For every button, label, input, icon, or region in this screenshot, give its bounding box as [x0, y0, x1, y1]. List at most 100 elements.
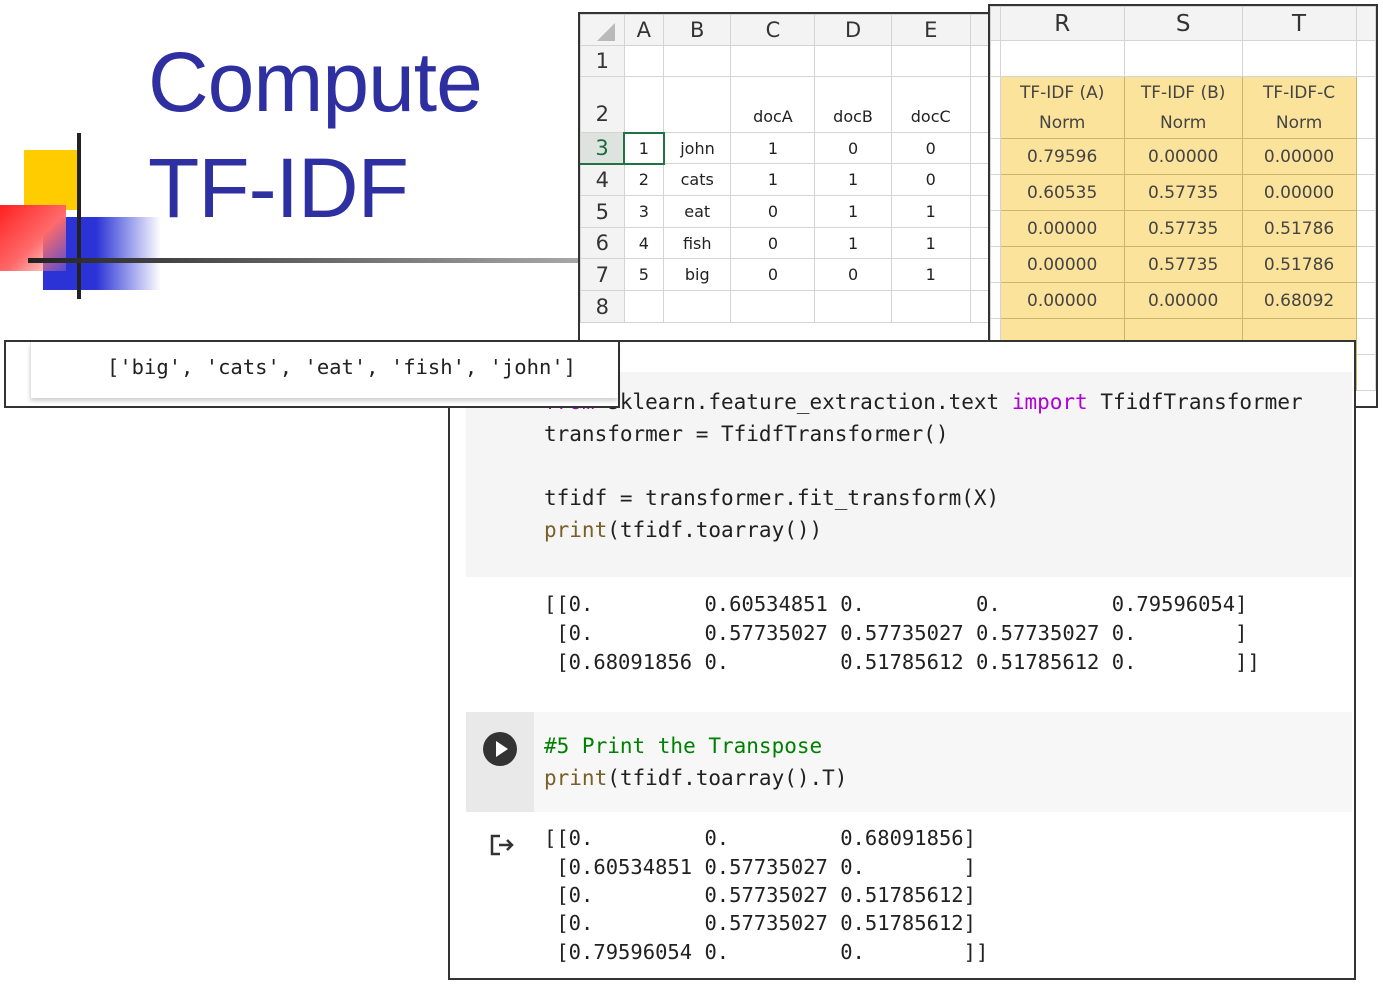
norm-cell[interactable]: 0.57735 [1123, 210, 1243, 247]
vocab-output-panel: ['big', 'cats', 'eat', 'fish', 'john'] [4, 340, 620, 408]
slide-title-line2: TF-IDF [148, 141, 409, 235]
cell-value[interactable]: 1 [814, 227, 892, 259]
code-line-print-transpose: print(tfidf.toarray().T) [544, 766, 848, 790]
column-header-t[interactable]: T [1241, 6, 1357, 41]
row-header-1[interactable]: 1 [580, 45, 625, 77]
run-cell-button[interactable] [482, 731, 518, 767]
norm-cell[interactable]: 0.00000 [999, 210, 1125, 247]
norm-cell[interactable]: 0.00000 [1241, 174, 1357, 211]
column-header-e[interactable]: E [890, 14, 971, 46]
cell[interactable] [814, 45, 892, 77]
column-header-b[interactable]: B [663, 14, 732, 46]
norm-cell[interactable]: 0.00000 [1123, 282, 1243, 319]
cell-value[interactable]: 0 [730, 258, 816, 291]
cell-id[interactable]: 2 [623, 163, 665, 196]
column-header-r[interactable]: R [999, 6, 1125, 41]
cell[interactable] [814, 290, 892, 323]
row-header-5[interactable]: 5 [580, 195, 625, 228]
cell[interactable] [623, 290, 665, 323]
norm-cell[interactable]: 0.00000 [1123, 138, 1243, 175]
cell-value[interactable]: 1 [890, 195, 971, 228]
output-line: [[0. 0. 0.68091856] [544, 826, 976, 850]
cell-value[interactable]: 0 [730, 227, 816, 259]
doc-header-b[interactable]: docB [814, 76, 892, 133]
norm-cell[interactable]: 0.00000 [999, 246, 1125, 283]
output-line: [0. 0.57735027 0.51785612] [544, 883, 976, 907]
cell-value[interactable]: 1 [890, 227, 971, 259]
cell[interactable] [1241, 40, 1357, 77]
norm-grid: R S T TF-IDF (A) Norm TF-IDF (B) Norm TF-I… [990, 6, 1376, 391]
column-header-c[interactable]: C [730, 14, 816, 46]
doc-header-a[interactable]: docA [730, 76, 816, 133]
decoration-vertical-line [77, 133, 81, 299]
norm-cell[interactable]: 0.00000 [999, 282, 1125, 319]
cell[interactable] [1123, 40, 1243, 77]
output-line: [0. 0.57735027 0.51785612] [544, 911, 976, 935]
cell-value[interactable]: 0 [730, 195, 816, 228]
cell[interactable] [663, 76, 732, 133]
column-header-a[interactable]: A [623, 14, 665, 46]
output-line: [0.79596054 0. 0. ]] [544, 940, 989, 964]
output-arrow-icon [490, 834, 514, 856]
row-header-4[interactable]: 4 [580, 163, 625, 196]
select-all-corner[interactable] [580, 14, 625, 46]
cell-value[interactable]: 1 [730, 163, 816, 196]
norm-cell[interactable]: 0.57735 [1123, 174, 1243, 211]
row-header-6[interactable]: 6 [580, 227, 625, 259]
code-line-import: from sklearn.feature_extraction.text imp… [544, 390, 1303, 414]
cell-id[interactable]: 5 [623, 258, 665, 291]
play-circle-icon [483, 732, 517, 766]
cell[interactable] [730, 290, 816, 323]
cell-term[interactable]: cats [663, 163, 732, 196]
decoration-yellow-square [24, 150, 80, 210]
cell[interactable] [663, 45, 732, 77]
slide-title-line1: Compute [148, 35, 483, 129]
row-header-8[interactable]: 8 [580, 290, 625, 323]
norm-cell[interactable]: 0.00000 [1241, 138, 1357, 175]
norm-cell[interactable]: 0.57735 [1123, 246, 1243, 283]
cell-value[interactable]: 1 [730, 132, 816, 164]
column-header-d[interactable]: D [814, 14, 892, 46]
cell-value[interactable]: 0 [890, 132, 971, 164]
cell-term[interactable]: john [663, 132, 732, 164]
term-grid: A B C D E 1 2 docA docB docC 3 1 john 1 … [580, 14, 1010, 323]
cell-term[interactable]: eat [663, 195, 732, 228]
norm-cell[interactable]: 0.79596 [999, 138, 1125, 175]
row-header-7[interactable]: 7 [580, 258, 625, 291]
cell[interactable] [663, 290, 732, 323]
cell-id[interactable]: 4 [623, 227, 665, 259]
norm-label-b[interactable]: TF-IDF (B) Norm [1123, 76, 1243, 139]
cell-term[interactable]: big [663, 258, 732, 291]
cell-value[interactable]: 0 [814, 132, 892, 164]
cell[interactable] [890, 45, 971, 77]
norm-cell[interactable]: 0.51786 [1241, 210, 1357, 247]
cell[interactable] [999, 40, 1125, 77]
code-comment: #5 Print the Transpose [544, 734, 823, 758]
norm-label-c[interactable]: TF-IDF-C Norm [1241, 76, 1357, 139]
output-toggle-button[interactable] [488, 830, 518, 860]
code-line-fit: tfidf = transformer.fit_transform(X) [544, 486, 1000, 510]
doc-header-c[interactable]: docC [890, 76, 971, 133]
code-cell-transpose[interactable]: #5 Print the Transpose print(tfidf.toarr… [466, 712, 1352, 812]
norm-label-a[interactable]: TF-IDF (A) Norm [999, 76, 1125, 139]
norm-cell[interactable]: 0.51786 [1241, 246, 1357, 283]
column-header-s[interactable]: S [1123, 6, 1243, 41]
row-header-2[interactable]: 2 [580, 76, 625, 133]
spreadsheet-term-matrix: A B C D E 1 2 docA docB docC 3 1 john 1 … [578, 12, 1012, 352]
cell-id[interactable]: 3 [623, 195, 665, 228]
cell[interactable] [730, 45, 816, 77]
cell[interactable] [890, 290, 971, 323]
cell-term[interactable]: fish [663, 227, 732, 259]
cell-value[interactable]: 0 [890, 163, 971, 196]
norm-cell[interactable]: 0.60535 [999, 174, 1125, 211]
cell-value[interactable]: 1 [814, 195, 892, 228]
notebook-panel: from sklearn.feature_extraction.text imp… [448, 340, 1356, 980]
row-header-3[interactable]: 3 [580, 132, 625, 165]
cell-value[interactable]: 1 [814, 163, 892, 196]
cell[interactable] [623, 45, 665, 77]
norm-cell[interactable]: 0.68092 [1241, 282, 1357, 319]
cell-id[interactable]: 1 [623, 131, 665, 165]
cell-value[interactable]: 1 [890, 258, 971, 291]
cell[interactable] [623, 76, 665, 133]
cell-value[interactable]: 0 [814, 258, 892, 291]
